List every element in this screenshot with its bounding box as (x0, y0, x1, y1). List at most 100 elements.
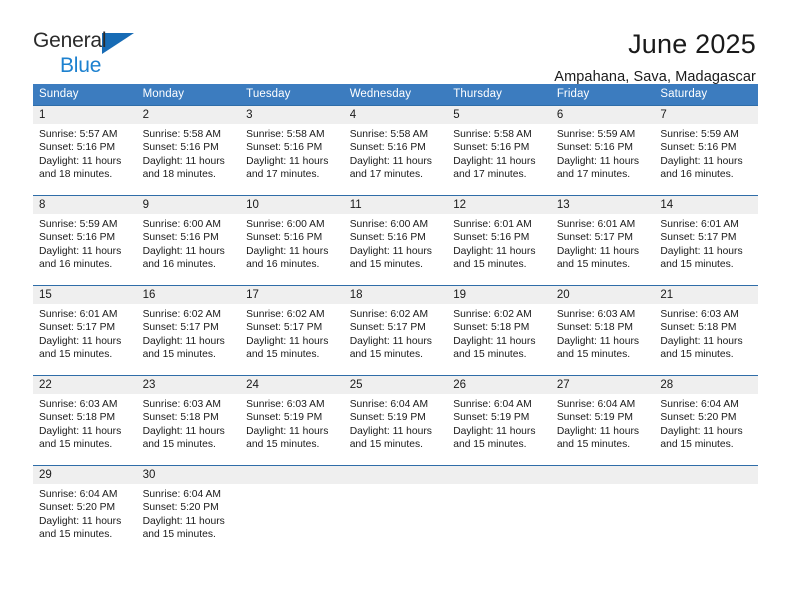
calendar-day-cell[interactable]: 9 Sunrise: 6:00 AM Sunset: 5:16 PM Daylight… (136, 195, 241, 286)
daylight-line-1: Daylight: 11 hours (39, 425, 122, 437)
sunset-time: Sunset: 5:20 PM (660, 412, 737, 424)
calendar-day-cell[interactable]: 27 Sunrise: 6:04 AM Sunset: 5:19 PM Dayligh… (550, 375, 655, 466)
calendar-day-cell[interactable]: 2 Sunrise: 5:58 AM Sunset: 5:16 PM Daylight… (136, 105, 241, 196)
day-number: 13 (550, 196, 655, 214)
sunrise-time: Sunrise: 6:02 AM (246, 309, 325, 320)
calendar-day-cell[interactable]: 25 Sunrise: 6:04 AM Sunset: 5:19 PM Dayligh… (343, 375, 448, 466)
sunrise-time: Sunrise: 6:03 AM (142, 399, 221, 410)
calendar-day-cell[interactable]: 5 Sunrise: 5:58 AM Sunset: 5:16 PM Daylight… (447, 105, 551, 196)
daylight-line-1: Daylight: 11 hours (349, 245, 432, 257)
daylight-line-2: and 17 minutes. (556, 169, 631, 181)
weekday-header-wednesday: Wednesday (343, 84, 448, 106)
daylight-line-1: Daylight: 11 hours (142, 155, 225, 167)
weekday-header-row: Sunday Monday Tuesday Wednesday Thursday… (33, 84, 758, 106)
sunset-time: Sunset: 5:16 PM (39, 232, 116, 244)
calendar-day-cell[interactable]: 19 Sunrise: 6:02 AM Sunset: 5:18 PM Dayligh… (447, 285, 551, 376)
calendar-day-cell[interactable]: 3 Sunrise: 5:58 AM Sunset: 5:16 PM Daylight… (240, 105, 344, 196)
calendar-day-cell[interactable]: 21 Sunrise: 6:03 AM Sunset: 5:18 PM Dayligh… (654, 285, 758, 376)
day-details: Sunrise: 5:58 AM Sunset: 5:16 PM Daylight:… (137, 124, 241, 182)
sunrise-time: Sunrise: 6:04 AM (349, 399, 429, 410)
day-number: 10 (240, 196, 344, 214)
calendar-container: Sunday Monday Tuesday Wednesday Thursday… (0, 84, 792, 556)
calendar-day-cell[interactable]: 7 Sunrise: 5:59 AM Sunset: 5:16 PM Daylight… (654, 105, 758, 196)
sunrise-time: Sunrise: 6:03 AM (660, 309, 739, 320)
calendar-day-cell[interactable]: 30 Sunrise: 6:04 AM Sunset: 5:20 PM Dayligh… (136, 465, 241, 556)
daylight-line-2: and 15 minutes. (349, 349, 423, 361)
day-number: 25 (343, 376, 448, 394)
calendar-day-cell[interactable]: 18 Sunrise: 6:02 AM Sunset: 5:17 PM Dayligh… (343, 285, 448, 376)
calendar-day-cell[interactable]: 6 Sunrise: 5:59 AM Sunset: 5:16 PM Daylight… (550, 105, 655, 196)
logo-text-blue: Blue (60, 54, 102, 77)
sunset-time: Sunset: 5:18 PM (556, 322, 633, 334)
calendar-day-cell[interactable]: 1 Sunrise: 5:57 AM Sunset: 5:16 PM Daylight… (33, 105, 137, 196)
daylight-line-2: and 17 minutes. (453, 169, 527, 181)
calendar-day-cell-empty (447, 465, 551, 556)
calendar-day-cell[interactable]: 15 Sunrise: 6:01 AM Sunset: 5:17 PM Dayligh… (33, 285, 137, 376)
day-number: 15 (33, 286, 137, 304)
weekday-header-saturday: Saturday (654, 84, 758, 106)
daylight-line-1: Daylight: 11 hours (556, 245, 640, 257)
title-block: June 2025 Ampahana, Sava, Madagascar (554, 29, 756, 84)
daylight-line-1: Daylight: 11 hours (39, 245, 122, 257)
daylight-line-1: Daylight: 11 hours (142, 515, 225, 527)
sunrise-time: Sunrise: 6:01 AM (556, 219, 636, 230)
daylight-line-1: Daylight: 11 hours (349, 425, 432, 437)
calendar-day-cell[interactable]: 22 Sunrise: 6:03 AM Sunset: 5:18 PM Dayligh… (33, 375, 137, 466)
calendar-day-cell[interactable]: 13 Sunrise: 6:01 AM Sunset: 5:17 PM Dayligh… (550, 195, 655, 286)
daylight-line-1: Daylight: 11 hours (39, 515, 122, 527)
day-details: Sunrise: 6:00 AM Sunset: 5:16 PM Daylight:… (240, 214, 344, 272)
calendar-day-cell[interactable]: 10 Sunrise: 6:00 AM Sunset: 5:16 PM Dayligh… (240, 195, 344, 286)
calendar-day-cell[interactable]: 24 Sunrise: 6:03 AM Sunset: 5:19 PM Dayligh… (240, 375, 344, 466)
sunrise-time: Sunrise: 6:03 AM (246, 399, 325, 410)
daylight-line-2: and 15 minutes. (142, 439, 216, 451)
calendar-day-cell[interactable]: 29 Sunrise: 6:04 AM Sunset: 5:20 PM Dayligh… (33, 465, 137, 556)
calendar-day-cell[interactable]: 28 Sunrise: 6:04 AM Sunset: 5:20 PM Dayligh… (654, 375, 758, 466)
calendar-day-cell[interactable]: 4 Sunrise: 5:58 AM Sunset: 5:16 PM Daylight… (343, 105, 448, 196)
sunset-time: Sunset: 5:18 PM (39, 412, 116, 424)
day-details: Sunrise: 5:58 AM Sunset: 5:16 PM Daylight:… (344, 124, 448, 182)
daylight-line-2: and 15 minutes. (453, 349, 527, 361)
sunset-time: Sunset: 5:17 PM (556, 232, 633, 244)
calendar-day-cell-empty (240, 465, 344, 556)
sunset-time: Sunset: 5:16 PM (453, 232, 530, 244)
sunset-time: Sunset: 5:17 PM (246, 322, 323, 334)
calendar-day-cell[interactable]: 26 Sunrise: 6:04 AM Sunset: 5:19 PM Dayligh… (447, 375, 551, 466)
general-blue-logo[interactable]: General Blue (33, 30, 153, 76)
day-number (240, 466, 344, 484)
day-number: 9 (136, 196, 241, 214)
daylight-line-1: Daylight: 11 hours (660, 245, 743, 257)
weekday-header-sunday: Sunday (33, 84, 137, 106)
calendar-day-cell[interactable]: 11 Sunrise: 6:00 AM Sunset: 5:16 PM Dayligh… (343, 195, 448, 286)
sunset-time: Sunset: 5:17 PM (349, 322, 426, 334)
calendar-day-cell[interactable]: 16 Sunrise: 6:02 AM Sunset: 5:17 PM Dayligh… (136, 285, 241, 376)
logo-triangle-icon (102, 33, 134, 54)
daylight-line-1: Daylight: 11 hours (39, 155, 122, 167)
day-details: Sunrise: 6:01 AM Sunset: 5:16 PM Daylight:… (447, 214, 551, 272)
calendar-day-cell[interactable]: 12 Sunrise: 6:01 AM Sunset: 5:16 PM Dayligh… (447, 195, 551, 286)
calendar-day-cell[interactable]: 20 Sunrise: 6:03 AM Sunset: 5:18 PM Dayligh… (550, 285, 655, 376)
day-details: Sunrise: 6:04 AM Sunset: 5:20 PM Daylight:… (33, 484, 137, 542)
daylight-line-1: Daylight: 11 hours (453, 425, 536, 437)
day-number: 24 (240, 376, 344, 394)
calendar-day-cell-empty (654, 465, 758, 556)
calendar-day-cell[interactable]: 14 Sunrise: 6:01 AM Sunset: 5:17 PM Dayligh… (654, 195, 758, 286)
daylight-line-2: and 15 minutes. (660, 439, 734, 451)
sunrise-time: Sunrise: 6:04 AM (660, 399, 739, 410)
daylight-line-2: and 15 minutes. (453, 439, 527, 451)
day-details: Sunrise: 6:04 AM Sunset: 5:20 PM Daylight:… (137, 484, 241, 542)
daylight-line-1: Daylight: 11 hours (349, 335, 432, 347)
day-details: Sunrise: 6:03 AM Sunset: 5:18 PM Daylight:… (137, 394, 241, 452)
daylight-line-1: Daylight: 11 hours (660, 425, 743, 437)
calendar-day-cell[interactable]: 17 Sunrise: 6:02 AM Sunset: 5:17 PM Dayligh… (240, 285, 344, 376)
day-number: 3 (240, 106, 344, 124)
day-details: Sunrise: 6:01 AM Sunset: 5:17 PM Daylight:… (654, 214, 758, 272)
calendar-day-cell[interactable]: 8 Sunrise: 5:59 AM Sunset: 5:16 PM Daylight… (33, 195, 137, 286)
daylight-line-2: and 17 minutes. (349, 169, 423, 181)
calendar-day-cell[interactable]: 23 Sunrise: 6:03 AM Sunset: 5:18 PM Dayligh… (136, 375, 241, 466)
daylight-line-2: and 15 minutes. (246, 439, 320, 451)
daylight-line-2: and 15 minutes. (453, 259, 527, 271)
day-number: 30 (136, 466, 241, 484)
day-number: 8 (33, 196, 137, 214)
sunrise-time: Sunrise: 6:00 AM (246, 219, 325, 230)
day-details: Sunrise: 6:04 AM Sunset: 5:19 PM Daylight:… (344, 394, 448, 452)
